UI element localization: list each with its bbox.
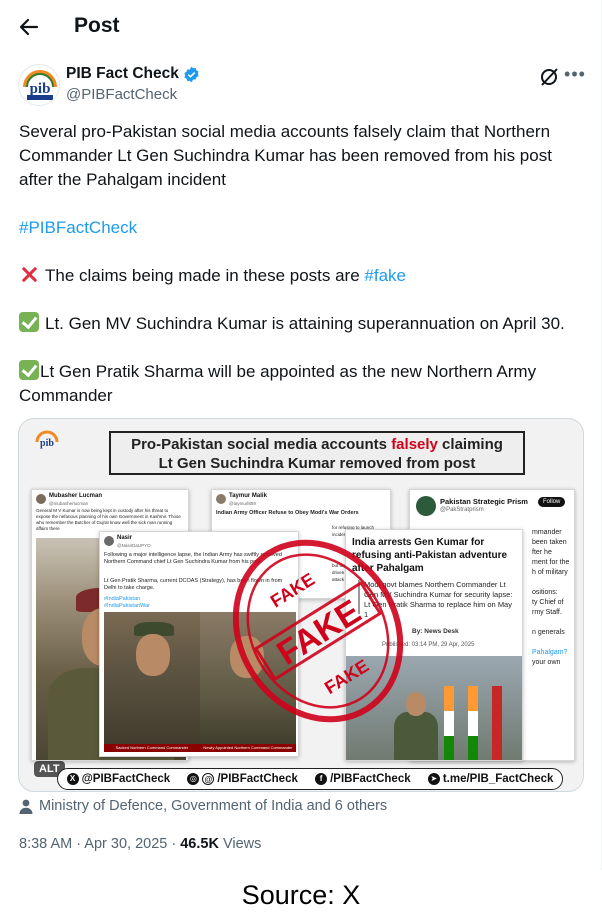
avatar [104,536,114,546]
face-shape [406,692,426,716]
face-shape [136,634,170,676]
post-meta: 8:38 AM · Apr 30, 2025 · 46.5K Views [19,836,261,852]
stamp-word-top: FAKE [267,569,318,611]
flag-shape [492,686,502,760]
avatar[interactable]: pib [18,64,60,106]
pib-logo-icon: pib [20,66,59,105]
more-dots-icon: ••• [564,64,586,84]
pib-logo-icon: pib [35,430,59,449]
cropped-text: mmander been taken fter he ment for the … [532,529,570,666]
verified-badge-icon [184,66,199,82]
post-page: Post pib PIB Fact Check @PIBFactCheck ••… [0,0,602,870]
fake-hashtag-link[interactable]: #fake [364,266,406,285]
social-handle-facebook: f/PIBFactCheck [315,773,411,785]
post-text-line: Commander Lt Gen Suchindra Kumar has bee… [19,146,552,165]
fact-check-graphic: pib Pro-Pakistan social media accounts f… [19,419,583,791]
soldier-photo [104,612,200,752]
post-timestamp[interactable]: 8:38 AM · Apr 30, 2025 · [19,836,180,852]
top-bar: Post [0,0,602,54]
author-name[interactable]: PIB Fact Check [66,65,200,83]
check-mark-icon [19,360,39,380]
post-text-line: Commander [19,386,113,405]
flag-shape [444,686,454,760]
social-handle-x: X @PIBFactCheck [66,773,170,785]
person-icon [19,799,33,814]
svg-text:pib: pib [30,81,51,97]
views-label: Views [218,836,262,852]
author-handle[interactable]: @PIBFactCheck [66,86,177,103]
social-handle-instagram: ◎ @/PIBFactCheck [187,773,298,785]
grok-button[interactable] [538,66,560,88]
back-button[interactable] [14,12,44,42]
instagram-icon: ◎ [187,773,200,785]
hashtag-link[interactable]: #PIBFactCheck [19,216,137,240]
more-options-button[interactable]: ••• [564,64,586,86]
red-cross-icon [19,264,39,284]
post-text-line: after the Pahalgam incident [19,170,226,189]
avatar [216,494,226,504]
telegram-icon: ➤ [427,773,440,785]
facebook-icon: f [315,773,328,785]
avatar [416,496,436,516]
fact-line: Lt Gen Pratik Sharma will be appointed a… [19,360,536,384]
check-mark-icon [19,312,39,332]
follow-button: Follow [538,497,566,507]
fact-line: Lt. Gen MV Suchindra Kumar is attaining … [19,312,565,336]
source-caption: Source: X [241,880,361,910]
photo-caption: Sacked Northern Command Commander [104,744,200,752]
social-handle-telegram: ➤ t.me/PIB_FactCheck [427,773,553,785]
page-title: Post [74,14,120,37]
grok-icon [541,68,558,86]
post-text-line: Several pro-Pakistan social media accoun… [19,122,551,141]
claim-line: The claims being made in these posts are… [19,264,406,288]
post-image[interactable]: pib Pro-Pakistan social media accounts f… [18,418,584,792]
x-logo-icon: X [66,773,79,785]
graphic-banner: Pro-Pakistan social media accounts false… [109,431,525,475]
social-handles-bar: X @PIBFactCheck ◎ @/PIBFactCheck f/PIBFact… [57,768,563,790]
svg-text:pib: pib [40,438,54,449]
arrow-left-icon [19,18,39,36]
threads-icon: @ [202,773,215,785]
fake-stamp-icon: FAKE FAKE FAKE [233,539,403,723]
views-count: 46.5K [180,836,219,852]
flag-shape [468,686,478,760]
photo-caption: Newly Appointed Northern Command Command… [200,744,296,752]
tagged-users[interactable]: Ministry of Defence, Government of India… [19,798,387,814]
stamp-word-bottom: FAKE [321,656,372,698]
avatar [36,494,46,504]
